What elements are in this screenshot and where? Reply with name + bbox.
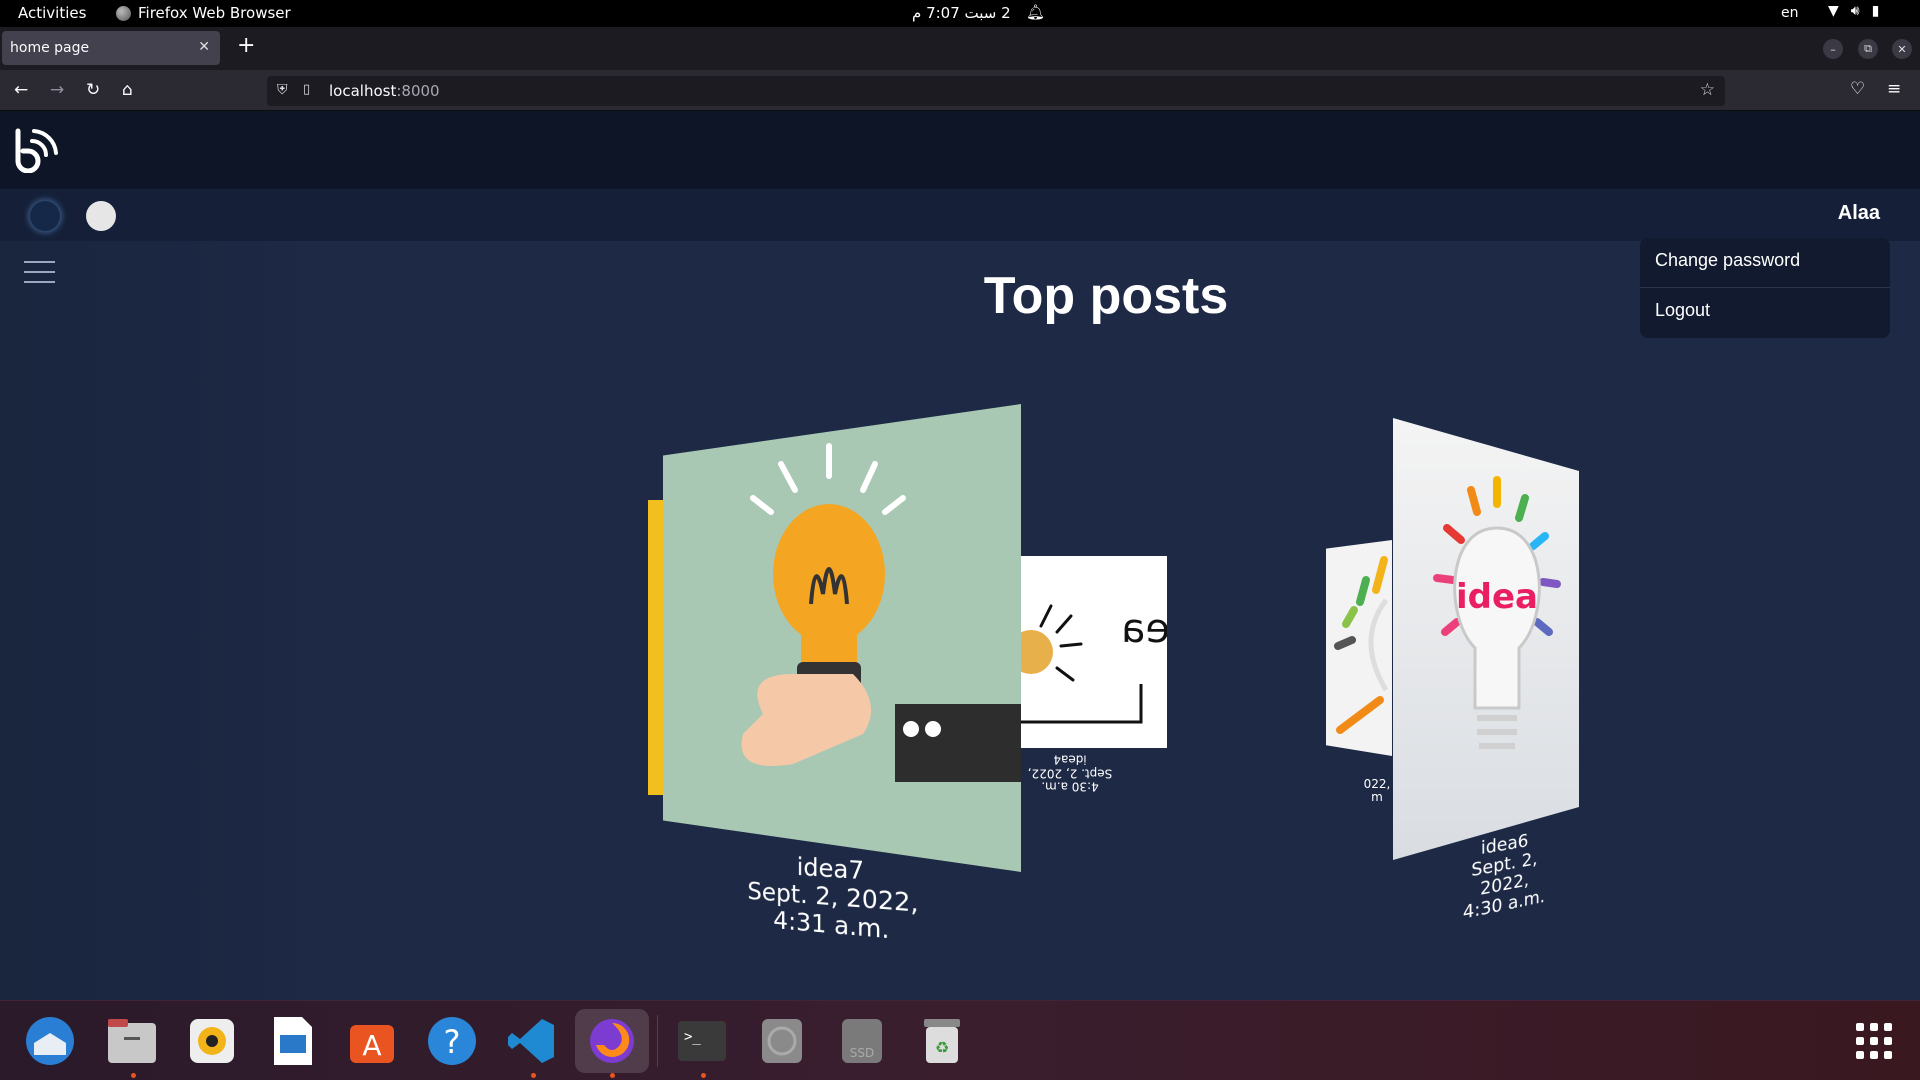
running-indicator bbox=[131, 1073, 136, 1078]
hamburger-menu-icon[interactable] bbox=[24, 261, 55, 283]
sub-header: Alaa bbox=[0, 189, 1920, 241]
forward-icon[interactable]: → bbox=[50, 79, 64, 101]
system-menu[interactable]: ▼ 🔊︎ ▮ bbox=[1828, 3, 1879, 19]
reload-icon[interactable]: ↻ bbox=[86, 79, 100, 101]
app-name: Firefox Web Browser bbox=[138, 4, 291, 22]
running-indicator bbox=[701, 1073, 706, 1078]
wifi-icon: ▼ bbox=[1828, 3, 1839, 19]
dark-theme-toggle[interactable] bbox=[30, 201, 60, 231]
main-content: Top posts bbox=[296, 241, 1920, 1000]
rhythmbox-icon[interactable] bbox=[186, 1015, 238, 1067]
notification-icon: 🔔︎ bbox=[1026, 3, 1046, 21]
shield-icon[interactable]: ⛨ bbox=[277, 82, 288, 98]
svg-text:A: A bbox=[362, 1029, 381, 1062]
tab-strip: home page ✕ + – ⧉ ✕ bbox=[0, 27, 1920, 70]
thunderbird-icon[interactable] bbox=[24, 1015, 76, 1067]
disc-icon[interactable] bbox=[756, 1015, 808, 1067]
running-indicator bbox=[531, 1073, 536, 1078]
menu-icon[interactable]: ≡ bbox=[1887, 79, 1901, 99]
logout-link[interactable]: Logout bbox=[1640, 288, 1890, 338]
software-icon[interactable]: A bbox=[346, 1015, 398, 1067]
files-icon[interactable] bbox=[106, 1015, 158, 1067]
page-info-icon[interactable]: ▯ bbox=[303, 82, 310, 97]
nav-bar: ← → ↻ ⌂ ⛨ ▯ localhost:8000 ☆ ♡ ≡ bbox=[0, 70, 1920, 111]
url-bar[interactable]: ⛨ ▯ localhost:8000 ☆ bbox=[267, 76, 1725, 106]
ssd-icon[interactable]: SSD bbox=[836, 1015, 888, 1067]
firefox-icon bbox=[116, 5, 131, 21]
writer-icon[interactable] bbox=[266, 1015, 318, 1067]
clock[interactable]: 2 سبت 7:07 م bbox=[912, 4, 1011, 22]
change-password-link[interactable]: Change password bbox=[1640, 238, 1890, 288]
vscode-icon[interactable] bbox=[506, 1015, 558, 1067]
app-menu[interactable]: Firefox Web Browser bbox=[116, 4, 291, 22]
blog-logo-icon[interactable] bbox=[12, 127, 58, 173]
bookmark-star-icon[interactable]: ☆ bbox=[1700, 80, 1715, 100]
restore-icon[interactable]: ⧉ bbox=[1858, 39, 1878, 59]
tab-home-page[interactable]: home page ✕ bbox=[2, 31, 220, 65]
back-icon[interactable]: ← bbox=[14, 79, 28, 101]
language-indicator[interactable]: en bbox=[1781, 5, 1799, 21]
dock: A ? >_ SSD ♻ bbox=[0, 1000, 1920, 1080]
terminal-icon[interactable]: >_ bbox=[676, 1015, 728, 1067]
new-tab-button[interactable]: + bbox=[237, 35, 255, 57]
url-text[interactable]: localhost:8000 bbox=[329, 82, 440, 100]
svg-text:>_: >_ bbox=[684, 1029, 701, 1045]
svg-text:?: ? bbox=[444, 1023, 461, 1061]
svg-text:♻: ♻ bbox=[935, 1038, 949, 1057]
activities-button[interactable]: Activities bbox=[18, 4, 86, 22]
dock-separator bbox=[657, 1015, 658, 1067]
firefox-icon[interactable] bbox=[575, 1009, 649, 1073]
sidebar bbox=[0, 241, 296, 1000]
home-icon[interactable]: ⌂ bbox=[122, 79, 133, 101]
battery-icon: ▮ bbox=[1871, 3, 1880, 19]
username-menu[interactable]: Alaa bbox=[1838, 202, 1880, 225]
site-header bbox=[0, 111, 1920, 189]
light-theme-toggle[interactable] bbox=[86, 201, 116, 231]
close-tab-icon[interactable]: ✕ bbox=[198, 39, 210, 55]
trash-icon[interactable]: ♻ bbox=[916, 1015, 968, 1067]
user-dropdown: Change password Logout bbox=[1640, 238, 1890, 338]
help-icon[interactable]: ? bbox=[426, 1015, 478, 1067]
system-top-bar: Activities Firefox Web Browser 2 سبت 7:0… bbox=[0, 0, 1920, 27]
tab-title: home page bbox=[10, 40, 90, 56]
running-indicator bbox=[610, 1073, 615, 1078]
show-apps-icon[interactable] bbox=[1856, 1023, 1892, 1059]
svg-text:SSD: SSD bbox=[850, 1046, 874, 1060]
minimize-icon[interactable]: – bbox=[1823, 39, 1843, 59]
pocket-icon[interactable]: ♡ bbox=[1850, 79, 1865, 99]
volume-icon: 🔊︎ bbox=[1850, 3, 1860, 19]
close-window-icon[interactable]: ✕ bbox=[1892, 39, 1912, 59]
